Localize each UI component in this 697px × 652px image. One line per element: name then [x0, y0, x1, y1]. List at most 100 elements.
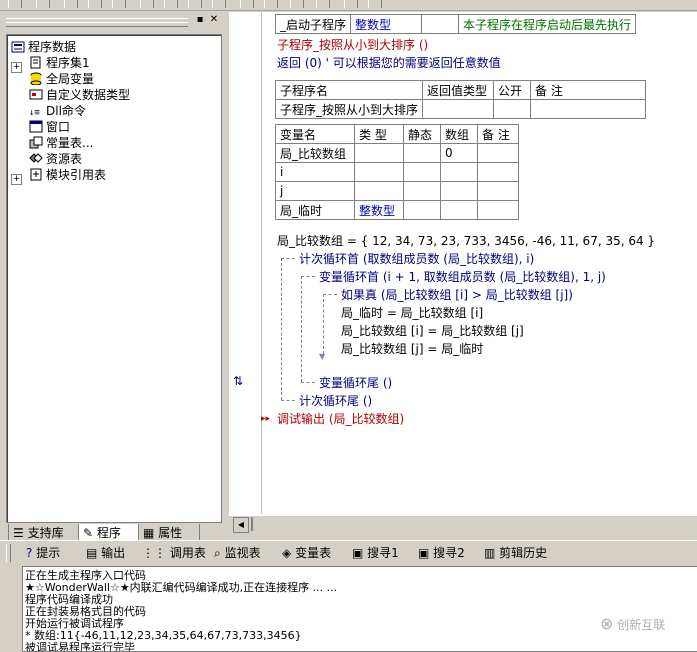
tree-item-window[interactable]: 窗口	[29, 119, 70, 135]
code-line-if[interactable]: 如果真 (局_比较数组 [i] > 局_比较数组 [j])	[341, 286, 573, 304]
close-icon[interactable]: ✕	[208, 14, 220, 26]
var-remark-cell[interactable]	[477, 181, 519, 201]
code-line-debug[interactable]: 调试输出 (局_比较数组)	[277, 410, 404, 428]
tree-item-constants[interactable]: 常量表...	[29, 135, 93, 151]
tab-label: 搜寻1	[367, 546, 399, 560]
panel-grip[interactable]	[6, 544, 11, 562]
tab-variables[interactable]: ◈ 变量表	[282, 544, 331, 562]
code-area[interactable]: _启动子程序 整数型 本子程序在程序启动后最先执行 子程序_按照从小到大排序 (…	[275, 12, 695, 514]
tree-item-assembly[interactable]: 程序集1	[29, 55, 90, 71]
tree-item-globals[interactable]: 全局变量	[29, 71, 94, 87]
toolbar-button[interactable]	[140, 0, 154, 8]
toolbar-button[interactable]	[316, 0, 330, 8]
toolbar-button[interactable]	[36, 0, 50, 8]
sub-name-cell[interactable]: 子程序_按照从小到大排序	[275, 99, 424, 119]
code-line[interactable]: 局_临时 = 局_比较数组 [i]	[341, 304, 483, 322]
tab-hints[interactable]: ? 提示	[26, 544, 60, 562]
tree-item-module-refs[interactable]: 模块引用表	[29, 167, 106, 183]
code-line[interactable]: 局_比较数组 [i] = 局_比较数组 [j]	[341, 322, 524, 340]
var-array-cell[interactable]	[440, 162, 478, 182]
sub-name-cell[interactable]: _启动子程序	[275, 14, 352, 34]
remark-cell[interactable]: 本子程序在程序启动后最先执行	[458, 14, 637, 34]
var-static-cell[interactable]	[403, 162, 441, 182]
properties-icon: ▦	[143, 526, 159, 540]
var-name-cell[interactable]: 局_比较数组	[275, 143, 355, 163]
watermark-text: 创新互联	[617, 618, 666, 632]
toolbar-button[interactable]	[344, 0, 358, 8]
scroll-left-icon[interactable]: ◀	[233, 517, 249, 533]
public-cell[interactable]	[493, 99, 532, 119]
var-remark-cell[interactable]	[477, 200, 519, 220]
var-name-cell[interactable]: j	[275, 181, 355, 201]
sub-declaration[interactable]: 子程序_按照从小到大排序 ()	[277, 36, 428, 54]
toolbar-button[interactable]	[64, 0, 78, 8]
window-icon	[29, 120, 43, 133]
return-type-cell[interactable]: 整数型	[350, 14, 423, 34]
toolbar-button[interactable]	[88, 0, 102, 8]
tab-clip-history[interactable]: ▥ 剪辑历史	[484, 544, 547, 562]
expand-icon[interactable]: +	[11, 174, 22, 185]
remark-cell[interactable]	[530, 99, 647, 119]
loop-guide	[301, 276, 302, 382]
var-remark-cell[interactable]	[477, 143, 519, 163]
tree-root[interactable]: 程序数据	[11, 39, 76, 55]
toolbar-button[interactable]	[290, 0, 304, 8]
var-static-cell[interactable]	[403, 200, 441, 220]
debug-text: 调试输出 (局_比较数组)	[277, 412, 405, 426]
scroll-thumb[interactable]	[251, 517, 253, 531]
table-header: 变量名	[275, 124, 355, 144]
toolbar-button[interactable]	[8, 0, 22, 8]
code-editor[interactable]: ⇅ ▸▸ _启动子程序 整数型 本子程序在程序启动后最先执行 子程序_按照从小到…	[229, 12, 697, 533]
code-line-loop-end[interactable]: 计次循环尾 ()	[299, 392, 372, 410]
toolbar-button[interactable]	[112, 0, 126, 8]
var-name-cell[interactable]: i	[275, 162, 355, 182]
if-end-arrow-icon: ▼	[319, 352, 326, 361]
toolbar-button[interactable]	[212, 0, 226, 8]
tab-output[interactable]: ▤ 输出	[86, 544, 125, 562]
var-static-cell[interactable]	[403, 181, 441, 201]
table-header: 数组	[440, 124, 478, 144]
var-name-cell[interactable]: 局_临时	[275, 200, 355, 220]
code-line-var-loop-end[interactable]: 变量循环尾 ()	[319, 374, 392, 392]
empty-cell[interactable]	[421, 14, 460, 34]
var-type-cell[interactable]: 整数型	[354, 200, 404, 220]
toolbar-button[interactable]	[368, 0, 382, 8]
var-array-cell[interactable]	[440, 200, 478, 220]
return-type-cell[interactable]	[422, 99, 495, 119]
code-line[interactable]: 局_比较数组 = { 12, 34, 73, 23, 733, 3456, -4…	[277, 232, 655, 250]
table-row: 局_比较数组 0	[275, 143, 519, 163]
output-panel[interactable]: 正在生成主程序入口代码 ★☆WonderWall☆★内联汇编代码编译成功,正在连…	[22, 566, 697, 652]
var-static-cell[interactable]	[403, 143, 441, 163]
tab-call-stack[interactable]: ⋮⋮ 调用表	[142, 544, 206, 562]
expand-icon[interactable]: +	[11, 62, 22, 73]
var-remark-cell[interactable]	[477, 162, 519, 182]
restore-icon[interactable]: ▪	[194, 14, 206, 26]
var-type-cell[interactable]	[354, 181, 404, 201]
tab-label: 属性	[158, 526, 183, 540]
var-type-cell[interactable]	[354, 162, 404, 182]
tab-label: 剪辑历史	[499, 546, 548, 560]
horizontal-scrollbar[interactable]: ◀	[229, 515, 697, 533]
panel-grip[interactable]	[6, 22, 188, 27]
var-array-cell[interactable]: 0	[440, 143, 478, 163]
code-line[interactable]: 局_比较数组 [j] = 局_临时	[341, 340, 483, 358]
tab-watch[interactable]: ⌕ 监视表	[214, 544, 261, 562]
tree-item-resources[interactable]: 资源表	[29, 151, 82, 167]
tree-item-custom-types[interactable]: 自定义数据类型	[29, 87, 130, 103]
constants-icon	[29, 136, 43, 149]
tab-label: 变量表	[295, 546, 332, 560]
tree-item-dll[interactable]: ↓≡ Dll命令	[29, 103, 86, 119]
code-line-var-loop[interactable]: 变量循环首 (i + 1, 取数组成员数 (局_比较数组), 1, j)	[319, 268, 606, 286]
var-type-cell[interactable]	[354, 143, 404, 163]
return-statement[interactable]: 返回 (0) ' 可以根据您的需要返回任意数值	[277, 54, 501, 72]
toolbar-button[interactable]	[240, 0, 254, 8]
var-array-cell[interactable]	[440, 181, 478, 201]
assembly-icon	[29, 56, 43, 69]
tab-search1[interactable]: ▣ 搜寻1	[352, 544, 399, 562]
toolbar-button[interactable]	[164, 0, 178, 8]
tab-search2[interactable]: ▣ 搜寻2	[418, 544, 465, 562]
toolbar-button[interactable]	[188, 0, 202, 8]
toolbar-button[interactable]	[264, 0, 278, 8]
code-line-loop[interactable]: 计次循环首 (取数组成员数 (局_比较数组), i)	[299, 250, 534, 268]
jump-arrows-icon[interactable]: ⇅	[233, 374, 243, 388]
